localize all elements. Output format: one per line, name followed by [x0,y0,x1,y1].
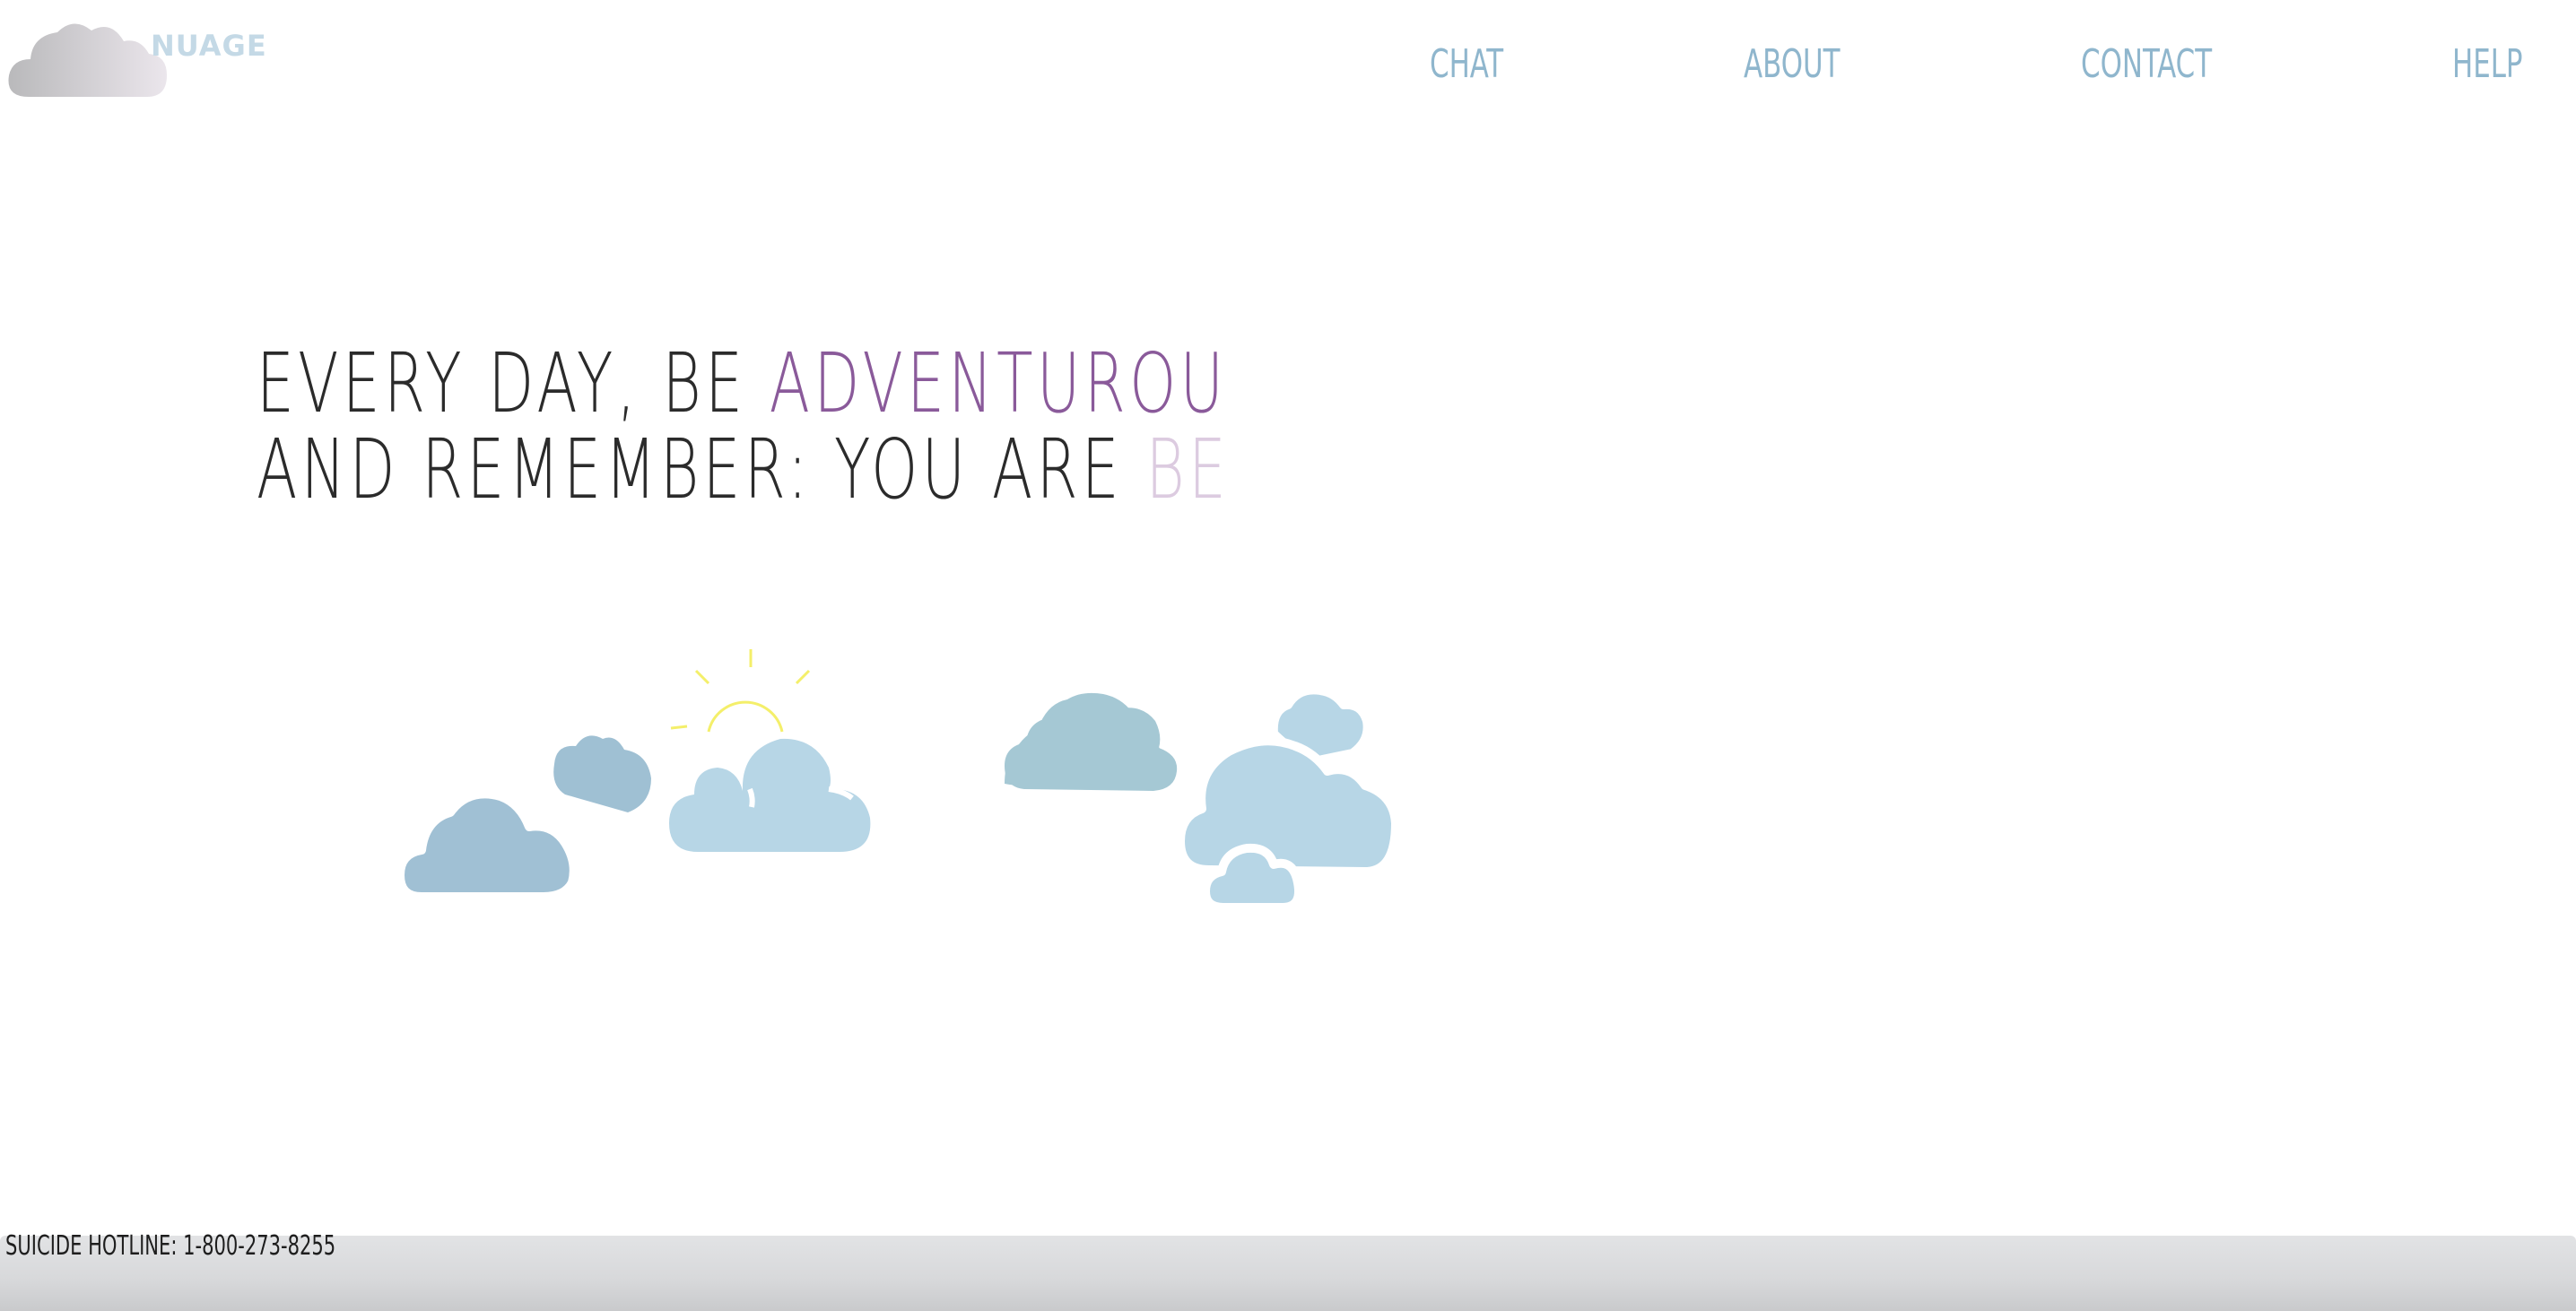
page: NUAGE CHAT ABOUT CONTACT HELP EVERY DAY,… [0,0,2576,1311]
headline-line-2-prefix: AND REMEMBER: YOU ARE [257,421,1146,517]
nav-about-link[interactable]: ABOUT [1744,41,1840,87]
suicide-hotline-text: SUICIDE HOTLINE: 1-800-273-8255 [5,1230,336,1262]
headline-line-2: AND REMEMBER: YOU ARE BEAU [257,429,1225,511]
sun-cloud-group [669,649,871,852]
headline-accent-word: ADVENTUROUS [769,335,1225,431]
clouds-illustration [386,628,1498,933]
cloud-group-1 [396,735,651,901]
headline-typing-word: BEAU [1145,421,1225,517]
nav-help-link[interactable]: HELP [2452,41,2523,87]
hero-headline: EVERY DAY, BE ADVENTUROUS AND REMEMBER: … [257,334,1225,522]
sun-icon [670,649,811,733]
weather-clouds-icon [396,649,1400,912]
main-nav: CHAT ABOUT CONTACT HELP [0,41,2576,95]
headline-line-1-prefix: EVERY DAY, BE [257,335,770,431]
cloud-group-3 [1005,685,1400,912]
nav-contact-link[interactable]: CONTACT [2081,41,2212,87]
nav-chat-link[interactable]: CHAT [1430,41,1503,87]
headline-line-1: EVERY DAY, BE ADVENTUROUS [257,343,1225,425]
footer-bar [0,1236,2576,1311]
